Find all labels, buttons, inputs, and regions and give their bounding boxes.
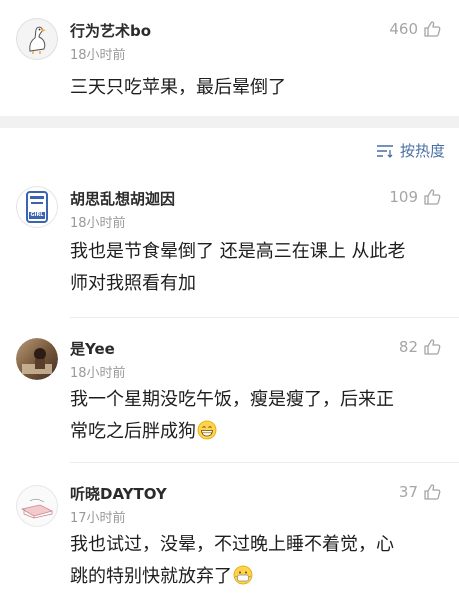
like-count: 460 [389, 20, 418, 38]
comment-line: 我也是节食晕倒了 还是高三在课上 从此老 [70, 241, 406, 262]
username[interactable]: 胡思乱想胡迦因 [70, 188, 175, 209]
thumbs-up-icon [424, 21, 441, 37]
top-comment: 行为艺术bo 18小时前 460 三天只吃苹果，最后晕倒了 [0, 0, 459, 116]
comment-line: 师对我照看有加 [70, 273, 196, 294]
comment-text: 我也试过，没晕，不过晚上睡不着觉，心 跳的特别快就放弃了 [70, 529, 437, 593]
avatar[interactable] [16, 338, 58, 380]
avatar[interactable] [16, 18, 58, 60]
sort-row: 按热度 [0, 128, 459, 172]
timestamp: 17小时前 [70, 511, 126, 526]
like-button[interactable]: 460 [389, 20, 441, 38]
thumbs-up-icon [424, 189, 441, 205]
username[interactable]: 行为艺术bo [70, 20, 151, 41]
timestamp: 18小时前 [70, 48, 126, 63]
like-count: 37 [398, 483, 418, 501]
comment-item: GIRL 胡思乱想胡迦因 18小时前 109 我也是节食晕倒了 还是高三在课上 … [0, 172, 459, 318]
grin-emoji-icon [197, 420, 217, 440]
photo-avatar-icon [16, 338, 58, 380]
like-count: 109 [389, 188, 418, 206]
comment-text: 三天只吃苹果，最后晕倒了 [70, 77, 286, 98]
like-count: 82 [398, 338, 418, 356]
girl-badge-avatar-icon [16, 186, 58, 228]
thumbs-up-icon [424, 339, 441, 355]
goose-avatar-icon [16, 18, 58, 60]
avatar-text: GIRL [30, 212, 44, 218]
section-divider [0, 116, 459, 128]
username[interactable]: 听晓DAYTOY [70, 483, 167, 504]
comment-item: 听晓DAYTOY 17小时前 37 我也试过，没晕，不过晚上睡不着觉，心 跳的特… [0, 463, 459, 602]
comment-line: 跳的特别快就放弃了 [70, 566, 232, 587]
timestamp: 18小时前 [70, 216, 126, 231]
sketch-avatar-icon [16, 485, 58, 527]
comment-line: 我也试过，没晕，不过晚上睡不着觉，心 [70, 534, 394, 555]
mask-emoji-icon [233, 565, 253, 585]
like-button[interactable]: 82 [399, 338, 441, 356]
like-button[interactable]: 37 [399, 483, 441, 501]
sort-label: 按热度 [399, 142, 445, 160]
comment-line-with-emoji: 跳的特别快就放弃了 [70, 561, 437, 593]
sort-lines-icon [376, 144, 393, 158]
timestamp: 18小时前 [70, 366, 126, 381]
username[interactable]: 是Yee [70, 338, 115, 359]
avatar[interactable]: GIRL [16, 186, 58, 228]
like-button[interactable]: 109 [389, 188, 441, 206]
thumbs-up-icon [424, 484, 441, 500]
comment-line: 我一个星期没吃午饭，瘦是瘦了，后来正 [70, 389, 394, 410]
comment-text: 我也是节食晕倒了 还是高三在课上 从此老 师对我照看有加 [70, 236, 437, 300]
comment-text: 我一个星期没吃午饭，瘦是瘦了，后来正 常吃之后胖成狗 [70, 384, 437, 448]
sort-by-hot-button[interactable]: 按热度 [376, 140, 445, 161]
comment-line: 常吃之后胖成狗 [70, 421, 196, 442]
comment-line-with-emoji: 常吃之后胖成狗 [70, 416, 437, 448]
comment-item: 是Yee 18小时前 82 我一个星期没吃午饭，瘦是瘦了，后来正 常吃之后胖成狗 [0, 318, 459, 463]
avatar[interactable] [16, 485, 58, 527]
